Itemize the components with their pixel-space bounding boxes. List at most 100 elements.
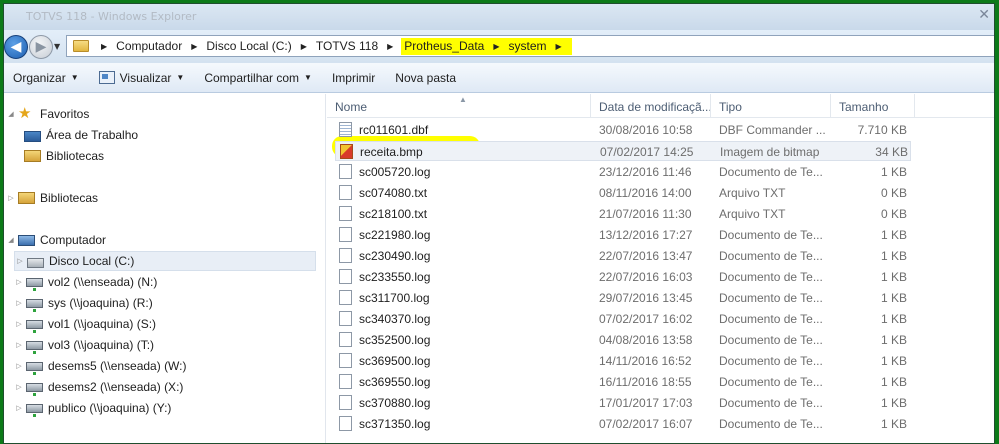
file-date: 30/08/2016 10:58 xyxy=(599,123,693,137)
table-row[interactable]: sc233550.log 22/07/2016 16:03 Documento de… xyxy=(335,267,911,287)
expand-triangle-icon[interactable]: ▷ xyxy=(15,257,25,265)
file-size: 1 KB xyxy=(880,354,907,368)
address-bar[interactable]: ▶ Computador ▶ Disco Local (C:) ▶ TOTVS … xyxy=(66,35,994,57)
file-name: sc074080.txt xyxy=(359,186,428,200)
breadcrumb-separator-icon[interactable]: ▶ xyxy=(295,42,313,51)
view-menu[interactable]: Visualizar ▼ xyxy=(89,63,195,92)
file-date: 07/02/2017 16:07 xyxy=(599,417,693,431)
file-date: 16/11/2016 18:55 xyxy=(599,375,692,389)
expand-triangle-icon[interactable]: ▷ xyxy=(14,320,24,328)
nav-drive-r[interactable]: ▷ sys (\\joaquina) (R:) xyxy=(14,293,153,313)
expand-triangle-icon[interactable]: ◢ xyxy=(6,236,16,244)
title-bar: TOTVS 118 - Windows Explorer ✕ xyxy=(4,4,994,30)
file-type: DBF Commander ... xyxy=(719,123,826,137)
expand-triangle-icon[interactable]: ◢ xyxy=(6,110,16,118)
network-drive-icon xyxy=(26,362,43,375)
nav-drive-x[interactable]: ▷ desems2 (\\enseada) (X:) xyxy=(14,377,183,397)
breadcrumb-totvs[interactable]: TOTVS 118 xyxy=(313,39,381,53)
nav-drive-w[interactable]: ▷ desems5 (\\enseada) (W:) xyxy=(14,356,187,376)
table-row[interactable]: sc074080.txt 08/11/2016 14:00 Arquivo TXT 0… xyxy=(335,183,911,203)
forward-arrow-icon: ▶ xyxy=(35,39,47,55)
nav-drive-n[interactable]: ▷ vol2 (\\enseada) (N:) xyxy=(14,272,157,292)
table-row[interactable]: sc218100.txt 21/07/2016 11:30 Arquivo TXT 0… xyxy=(335,204,911,224)
table-row[interactable]: sc369500.log 14/11/2016 16:52 Documento de… xyxy=(335,351,911,371)
table-row[interactable]: sc371350.log 07/02/2017 16:07 Documento de… xyxy=(335,414,911,434)
breadcrumb-separator-icon[interactable]: ▶ xyxy=(487,42,505,51)
column-header-size[interactable]: Tamanho xyxy=(831,94,915,118)
text-file-icon xyxy=(339,290,352,305)
expand-triangle-icon[interactable]: ▷ xyxy=(14,383,24,391)
column-header-date[interactable]: Data de modificaçã... xyxy=(591,94,711,118)
nav-libraries[interactable]: ▷ Bibliotecas xyxy=(6,188,98,208)
computer-icon xyxy=(18,234,35,246)
breadcrumb-separator-icon[interactable]: ▶ xyxy=(550,42,568,51)
table-row[interactable]: sc340370.log 07/02/2017 16:02 Documento de… xyxy=(335,309,911,329)
text-file-icon xyxy=(339,227,352,242)
table-row[interactable]: sc352500.log 04/08/2016 13:58 Documento de… xyxy=(335,330,911,350)
file-name: receita.bmp xyxy=(360,145,423,159)
recent-pages-chevron-icon[interactable]: ▼ xyxy=(54,42,60,51)
share-menu[interactable]: Compartilhar com ▼ xyxy=(194,63,322,92)
expand-triangle-icon[interactable]: ▷ xyxy=(14,362,24,370)
file-size: 1 KB xyxy=(880,417,907,431)
table-row[interactable]: sc311700.log 29/07/2016 13:45 Documento de… xyxy=(335,288,911,308)
table-row[interactable]: rc011601.dbf 30/08/2016 10:58 DBF Commande… xyxy=(335,120,911,140)
file-type: Documento de Te... xyxy=(719,291,823,305)
breadcrumb-computer[interactable]: Computador xyxy=(113,39,185,53)
file-name: sc218100.txt xyxy=(359,207,428,221)
nav-drive-t[interactable]: ▷ vol3 (\\joaquina) (T:) xyxy=(14,335,154,355)
expand-triangle-icon[interactable]: ▷ xyxy=(14,299,24,307)
file-type: Documento de Te... xyxy=(719,417,823,431)
breadcrumb-separator-icon[interactable]: ▶ xyxy=(381,42,399,51)
table-row[interactable]: sc221980.log 13/12/2016 17:27 Documento de… xyxy=(335,225,911,245)
view-label: Visualizar xyxy=(119,70,172,85)
breadcrumb-separator-icon[interactable]: ▶ xyxy=(95,42,113,51)
file-size: 0 KB xyxy=(880,186,907,200)
table-row[interactable]: sc370880.log 17/01/2017 17:03 Documento de… xyxy=(335,393,911,413)
highlighted-path: Protheus_Data ▶ system ▶ xyxy=(401,37,572,55)
back-button[interactable]: ◀ xyxy=(4,35,28,59)
file-date: 29/07/2016 13:45 xyxy=(599,291,693,305)
print-button[interactable]: Imprimir xyxy=(322,63,385,92)
nav-favorites[interactable]: ◢ ★ Favoritos xyxy=(6,104,89,124)
file-name: sc369500.log xyxy=(359,354,431,368)
new-folder-button[interactable]: Nova pasta xyxy=(385,63,466,92)
table-row[interactable]: sc369550.log 16/11/2016 18:55 Documento de… xyxy=(335,372,911,392)
table-row[interactable]: sc230490.log 22/07/2016 13:47 Documento de… xyxy=(335,246,911,266)
table-row[interactable]: receita.bmp 07/02/2017 14:25 Imagem de bit… xyxy=(335,141,911,161)
file-name: sc352500.log xyxy=(359,333,431,347)
nav-libraries-favorite[interactable]: Bibliotecas xyxy=(24,146,104,166)
file-size: 1 KB xyxy=(880,270,907,284)
expand-triangle-icon[interactable]: ▷ xyxy=(6,194,16,202)
nav-computer[interactable]: ◢ Computador xyxy=(6,230,106,250)
column-header-name[interactable]: Nome xyxy=(327,94,591,118)
nav-drive-s[interactable]: ▷ vol1 (\\joaquina) (S:) xyxy=(14,314,156,334)
view-icon xyxy=(98,71,115,84)
nav-drive-label: vol3 (\\joaquina) (T:) xyxy=(48,338,155,352)
table-row[interactable]: sc005720.log 23/12/2016 11:46 Documento de… xyxy=(335,162,911,182)
file-name: sc369550.log xyxy=(359,375,431,389)
file-size: 1 KB xyxy=(880,165,907,179)
column-header-type[interactable]: Tipo xyxy=(711,94,831,118)
breadcrumb-system[interactable]: system xyxy=(506,39,550,53)
nav-desktop[interactable]: Área de Trabalho xyxy=(24,125,138,145)
text-file-icon xyxy=(339,416,352,431)
nav-drive-c[interactable]: ▷ Disco Local (C:) xyxy=(14,251,316,271)
organize-menu[interactable]: Organizar ▼ xyxy=(4,63,89,92)
breadcrumb-protheus-data[interactable]: Protheus_Data xyxy=(401,39,487,53)
file-type: Documento de Te... xyxy=(719,249,823,263)
expand-triangle-icon[interactable]: ▷ xyxy=(14,341,24,349)
breadcrumb-separator-icon[interactable]: ▶ xyxy=(185,42,203,51)
close-icon[interactable]: ✕ xyxy=(978,7,990,23)
expand-triangle-icon[interactable]: ▷ xyxy=(14,404,24,412)
nav-drive-y[interactable]: ▷ publico (\\joaquina) (Y:) xyxy=(14,398,171,418)
forward-button[interactable]: ▶ xyxy=(29,35,53,59)
file-name: sc230490.log xyxy=(359,249,431,263)
file-type: Documento de Te... xyxy=(719,312,823,326)
text-file-icon xyxy=(339,248,352,263)
breadcrumb-local-disk[interactable]: Disco Local (C:) xyxy=(203,39,294,53)
bitmap-icon xyxy=(340,144,353,159)
expand-triangle-icon[interactable]: ▷ xyxy=(14,278,24,286)
dbf-icon xyxy=(339,122,352,137)
file-size: 1 KB xyxy=(880,375,907,389)
